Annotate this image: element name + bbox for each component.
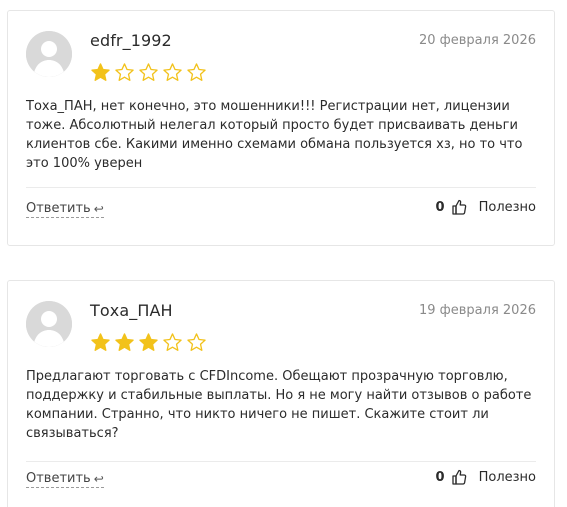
star-empty-icon [187, 63, 206, 81]
reviews-feed: edfr_1992 20 февраля 2026 Тоха_ПАН, нет … [0, 0, 567, 507]
avatar [26, 31, 72, 77]
thumbs-up-icon [451, 469, 466, 485]
star-filled-icon [91, 63, 110, 81]
review-text: Тоха_ПАН, нет конечно, это мошенники!!! … [26, 99, 523, 171]
star-filled-icon [91, 333, 110, 351]
review-author: edfr_1992 [90, 31, 172, 50]
star-filled-icon [139, 333, 158, 351]
divider [26, 187, 536, 188]
divider [26, 461, 536, 462]
thumbs-up-icon [451, 199, 466, 215]
helpful-label: Полезно [478, 199, 536, 215]
review-card: Тоха_ПАН 19 февраля 2026 Предлагают торг… [7, 280, 555, 507]
like-button[interactable] [451, 469, 467, 485]
reply-label: Ответить [26, 471, 91, 486]
user-silhouette-icon [26, 301, 72, 347]
user-silhouette-icon [26, 31, 72, 77]
votes-block: 0 Полезно [436, 469, 536, 485]
reply-button[interactable]: Ответить ↩ [26, 471, 104, 488]
rating-stars [90, 332, 207, 353]
review-card: edfr_1992 20 февраля 2026 Тоха_ПАН, нет … [7, 10, 555, 246]
reply-arrow-icon: ↩ [93, 201, 104, 216]
review-date: 19 февраля 2026 [418, 303, 536, 318]
star-empty-icon [163, 63, 182, 81]
reply-arrow-icon: ↩ [93, 471, 104, 486]
avatar [26, 301, 72, 347]
reply-button[interactable]: Ответить ↩ [26, 201, 104, 218]
star-empty-icon [139, 63, 158, 81]
star-filled-icon [115, 333, 134, 351]
reply-label: Ответить [26, 201, 91, 216]
rating-stars [90, 62, 207, 83]
like-button[interactable] [451, 199, 467, 215]
review-author: Тоха_ПАН [90, 301, 173, 320]
review-date: 20 февраля 2026 [418, 33, 536, 48]
helpful-label: Полезно [478, 469, 536, 485]
like-count: 0 [435, 199, 445, 215]
like-count: 0 [435, 469, 445, 485]
review-text: Предлагают торговать с CFDIncome. Обещаю… [26, 369, 532, 441]
star-empty-icon [163, 333, 182, 351]
star-empty-icon [115, 63, 134, 81]
votes-block: 0 Полезно [436, 199, 536, 215]
star-empty-icon [187, 333, 206, 351]
